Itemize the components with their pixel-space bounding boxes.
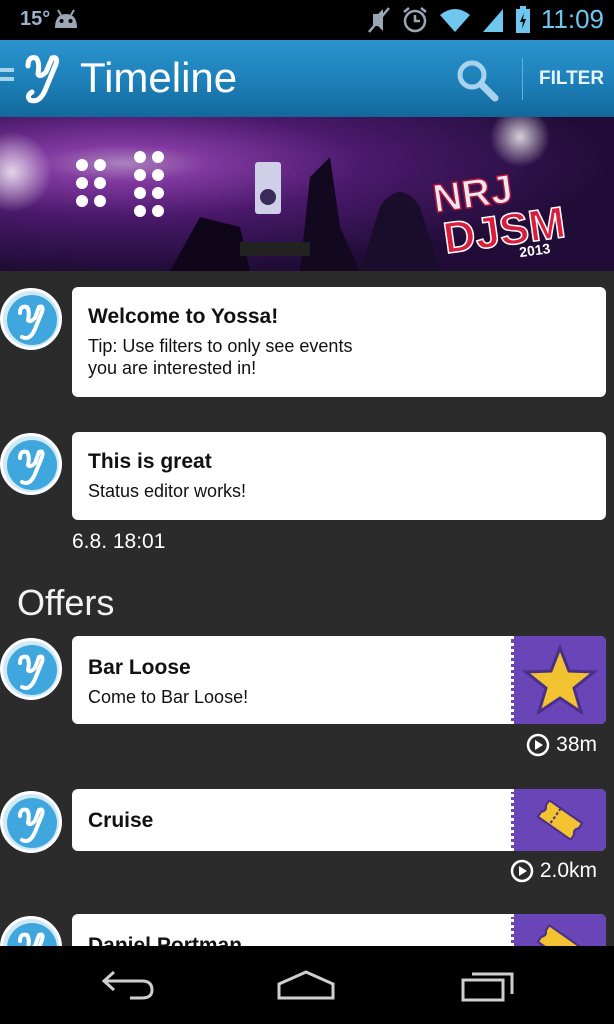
timeline-card-title: Welcome to Yossa! — [88, 305, 279, 328]
battery-icon — [515, 5, 531, 34]
offer-distance-text: 38m — [556, 733, 597, 756]
alarm-icon — [401, 6, 429, 34]
star-icon — [522, 644, 598, 716]
yossa-logo[interactable] — [22, 48, 68, 108]
offer-distance: 38m — [526, 733, 597, 757]
wifi-icon — [439, 7, 471, 33]
timeline-card-title: This is great — [88, 450, 212, 473]
timeline-card-text: Tip: Use filters to only see events you … — [88, 336, 353, 378]
navigation-icon — [510, 859, 534, 883]
offer-text: Come to Bar Loose! — [88, 687, 249, 707]
system-nav-bar — [0, 946, 614, 1024]
yossa-avatar — [0, 638, 62, 700]
yossa-avatar — [0, 433, 62, 495]
home-icon[interactable] — [276, 968, 336, 1007]
temperature-label: 15° — [20, 8, 51, 30]
search-icon[interactable] — [455, 58, 499, 102]
action-divider — [522, 58, 523, 100]
navigation-icon — [526, 733, 550, 757]
timeline-card[interactable]: Welcome to Yossa! Tip: Use filters to on… — [72, 287, 606, 397]
back-icon[interactable] — [100, 968, 156, 1007]
offer-thumbnail — [511, 789, 606, 851]
filter-button[interactable]: FILTER — [539, 68, 604, 90]
offer-distance-text: 2.0km — [539, 859, 597, 882]
recent-apps-icon[interactable] — [460, 968, 516, 1007]
offer-title: Cruise — [88, 809, 154, 832]
menu-icon[interactable] — [0, 68, 14, 90]
offers-section-title: Offers — [17, 582, 115, 623]
event-banner-image[interactable]: NRJ DJSM 2013 — [0, 117, 614, 271]
offer-card[interactable]: Cruise — [72, 789, 606, 851]
mute-icon — [367, 6, 391, 34]
yossa-avatar — [0, 288, 62, 350]
offer-title: Bar Loose — [88, 656, 191, 679]
timeline-card[interactable]: This is great Status editor works! — [72, 432, 606, 520]
clock-time: 11:09 — [540, 4, 604, 34]
android-icon — [52, 8, 80, 30]
timeline-card-text: Status editor works! — [88, 481, 247, 501]
ticket-icon — [536, 798, 584, 842]
yossa-avatar — [0, 791, 62, 853]
action-bar: Timeline FILTER — [0, 40, 614, 119]
status-bar: 15° 11:09 — [0, 0, 614, 40]
signal-icon — [481, 7, 505, 33]
offer-card[interactable]: Bar Loose Come to Bar Loose! — [72, 636, 606, 724]
page-title: Timeline — [80, 54, 238, 101]
timeline-timestamp: 6.8. 18:01 — [72, 530, 166, 553]
offer-thumbnail — [511, 636, 606, 724]
offer-distance: 2.0km — [510, 859, 597, 883]
